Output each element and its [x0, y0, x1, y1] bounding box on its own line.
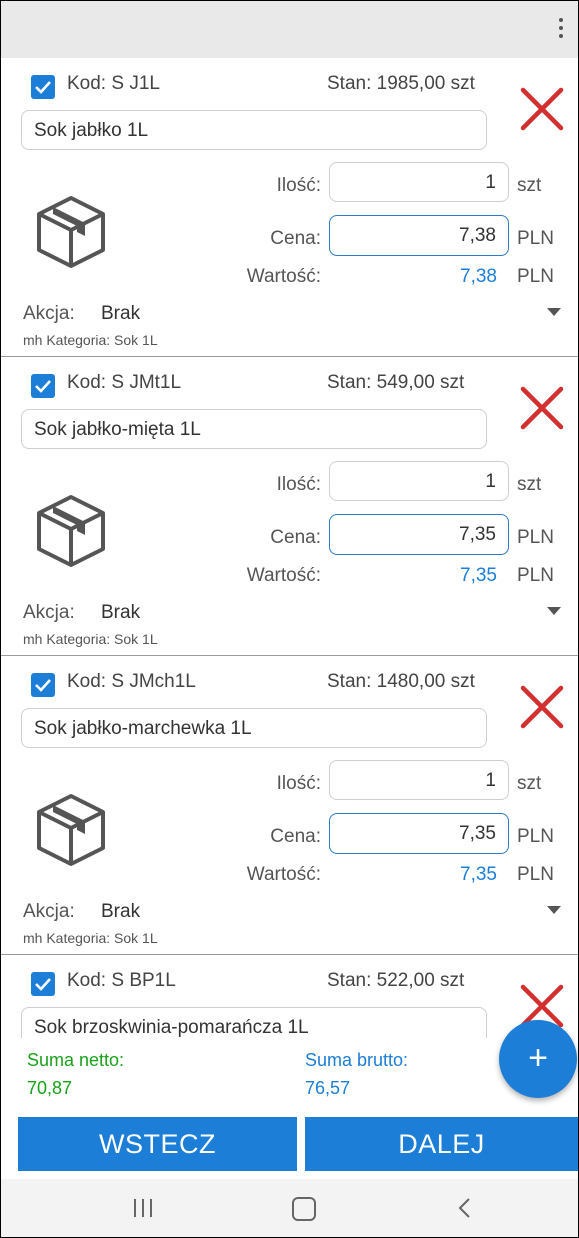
- price-input[interactable]: 7,35: [329, 813, 509, 854]
- category-text: mh Kategoria: Sok 1L: [23, 332, 158, 348]
- line-value: 7,38: [460, 266, 497, 287]
- stock-level: Stan: 549,00 szt: [327, 372, 465, 393]
- value-label: Wartość:: [246, 864, 321, 885]
- net-total-label: Suma netto:: [27, 1050, 125, 1070]
- price-currency: PLN: [517, 826, 554, 847]
- product-code: Kod: S JMch1L: [67, 671, 196, 692]
- home-icon[interactable]: [292, 1197, 316, 1221]
- quantity-label: Ilość:: [276, 773, 321, 794]
- product-code: Kod: S J1L: [67, 73, 160, 94]
- quantity-unit: szt: [517, 474, 542, 495]
- quantity-input[interactable]: 1: [329, 162, 509, 202]
- select-checkbox[interactable]: [31, 972, 55, 996]
- list-item: Kod: S JMt1L Stan: 549,00 szt Sok jabłko…: [1, 357, 578, 656]
- chevron-down-icon[interactable]: [547, 607, 561, 615]
- gross-total-label: Suma brutto:: [305, 1050, 409, 1070]
- value-currency: PLN: [517, 864, 554, 885]
- price-label: Cena:: [270, 826, 321, 847]
- price-label: Cena:: [270, 527, 321, 548]
- select-checkbox[interactable]: [31, 75, 55, 99]
- net-total-value: 70,87: [27, 1078, 73, 1098]
- value-label: Wartość:: [246, 565, 321, 586]
- package-icon: [37, 196, 105, 268]
- add-item-button[interactable]: +: [499, 1020, 577, 1098]
- price-label: Cena:: [270, 228, 321, 249]
- select-checkbox[interactable]: [31, 673, 55, 697]
- gross-total-value: 76,57: [305, 1078, 351, 1098]
- system-nav-bar: [1, 1179, 578, 1237]
- category-text: mh Kategoria: Sok 1L: [23, 930, 158, 946]
- quantity-input[interactable]: 1: [329, 760, 509, 800]
- app-screen: Kod: S J1L Stan: 1985,00 szt Sok jabłko …: [0, 0, 579, 1238]
- product-name-field[interactable]: Sok jabłko-marchewka 1L: [21, 708, 487, 748]
- totals-bar: Suma netto: 70,87 Suma brutto: 76,57: [1, 1038, 578, 1110]
- stock-level: Stan: 1985,00 szt: [327, 73, 475, 94]
- price-currency: PLN: [517, 527, 554, 548]
- back-button[interactable]: WSTECZ: [18, 1117, 297, 1171]
- chevron-down-icon[interactable]: [547, 308, 561, 316]
- category-text: mh Kategoria: Sok 1L: [23, 631, 158, 647]
- action-select[interactable]: Brak: [101, 303, 140, 325]
- price-input[interactable]: 7,35: [329, 514, 509, 555]
- line-value: 7,35: [460, 565, 497, 586]
- top-bar: [1, 1, 578, 58]
- overflow-menu-icon[interactable]: [554, 18, 568, 44]
- delete-icon[interactable]: [519, 86, 565, 132]
- action-label: Akcja:: [23, 901, 75, 922]
- product-name-field[interactable]: Sok jabłko-mięta 1L: [21, 409, 487, 449]
- package-icon: [37, 495, 105, 567]
- stock-level: Stan: 1480,00 szt: [327, 671, 475, 692]
- action-select[interactable]: Brak: [101, 901, 140, 923]
- next-button[interactable]: DALEJ: [305, 1117, 578, 1171]
- delete-icon[interactable]: [519, 684, 565, 730]
- value-currency: PLN: [517, 266, 554, 287]
- stock-level: Stan: 522,00 szt: [327, 970, 465, 991]
- price-input[interactable]: 7,38: [329, 215, 509, 256]
- quantity-label: Ilość:: [276, 474, 321, 495]
- action-label: Akcja:: [23, 602, 75, 623]
- list-item: Kod: S J1L Stan: 1985,00 szt Sok jabłko …: [1, 58, 578, 357]
- list-item: Kod: S JMch1L Stan: 1480,00 szt Sok jabł…: [1, 656, 578, 955]
- recent-apps-icon[interactable]: [132, 1199, 154, 1217]
- delete-icon[interactable]: [519, 385, 565, 431]
- quantity-input[interactable]: 1: [329, 461, 509, 501]
- quantity-label: Ilość:: [276, 175, 321, 196]
- list-item: Kod: S BP1L Stan: 522,00 szt Sok brzoskw…: [1, 955, 578, 1038]
- product-name-field[interactable]: Sok brzoskwinia-pomarańcza 1L: [21, 1007, 487, 1038]
- chevron-down-icon[interactable]: [547, 906, 561, 914]
- select-checkbox[interactable]: [31, 374, 55, 398]
- quantity-unit: szt: [517, 175, 542, 196]
- price-currency: PLN: [517, 228, 554, 249]
- value-label: Wartość:: [246, 266, 321, 287]
- product-code: Kod: S BP1L: [67, 970, 176, 991]
- product-list[interactable]: Kod: S J1L Stan: 1985,00 szt Sok jabłko …: [1, 58, 578, 1038]
- line-value: 7,35: [460, 864, 497, 885]
- action-label: Akcja:: [23, 303, 75, 324]
- back-nav-icon[interactable]: [457, 1197, 471, 1219]
- product-code: Kod: S JMt1L: [67, 372, 182, 393]
- action-select[interactable]: Brak: [101, 602, 140, 624]
- product-name-field[interactable]: Sok jabłko 1L: [21, 110, 487, 150]
- value-currency: PLN: [517, 565, 554, 586]
- package-icon: [37, 794, 105, 866]
- quantity-unit: szt: [517, 773, 542, 794]
